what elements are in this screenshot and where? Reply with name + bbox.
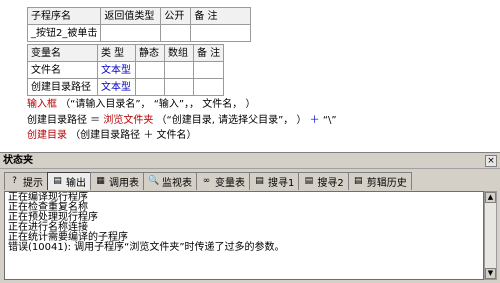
scroll-down-arrow-icon[interactable]: ▼: [485, 268, 496, 279]
code-line-input-box[interactable]: 输入框 （“请输入目录名”， “输入”，， 文件名， ）: [27, 98, 255, 112]
public-cell[interactable]: [160, 24, 192, 42]
output-icon: ▤: [53, 176, 62, 186]
variable-name-cell[interactable]: 创建目录路径: [27, 78, 98, 96]
subroutine-name-cell[interactable]: _按钮2_被单击: [26, 24, 102, 42]
return-type-cell[interactable]: [100, 24, 162, 42]
help-icon: ?: [12, 176, 17, 186]
code-line-browse-folder[interactable]: 创建目录路径 ＝ 浏览文件夹 （“创建目录, 请选择父目录”， ） ＋ “\”: [27, 114, 337, 128]
variable-array-cell[interactable]: [164, 78, 194, 96]
subroutine-header-row: 子程序名 返回值类型 公开 备 注: [26, 7, 252, 25]
col-variable-name: 变量名: [27, 44, 98, 62]
output-line-error: 错误(10041): 调用子程序“浏览文件夹”时传递了过多的参数。: [8, 242, 285, 253]
tab-call-table[interactable]: ▦ 调用表: [90, 172, 144, 190]
tab-label: 剪辑历史: [366, 178, 407, 189]
variable-type-cell[interactable]: 文本型: [97, 78, 136, 96]
variable-header-row: 变量名 类 型 静态 数组 备 注: [27, 44, 225, 62]
panel-tabs: ? 提示 ▤ 输出 ▦ 调用表 🔍 监视表 ∞ 变量表 ▤ 搜寻1 ▤ 搜寻2 …: [4, 172, 412, 190]
variable-static-cell[interactable]: [135, 61, 165, 79]
assign-target: 创建目录路径 ＝: [27, 115, 104, 126]
table-icon: ▦: [96, 176, 105, 186]
tab-label: 调用表: [109, 178, 139, 189]
code-editor[interactable]: 子程序名 返回值类型 公开 备 注 _按钮2_被单击 变量名 类 型 静态 数组…: [0, 0, 500, 151]
tab-label: 输出: [66, 178, 86, 189]
clipboard-icon: ▤: [353, 176, 363, 186]
command-args: （创建目录路径 ＋ 文件名）: [70, 130, 197, 141]
tab-output[interactable]: ▤ 输出: [47, 172, 91, 190]
variable-table[interactable]: 变量名 类 型 静态 数组 备 注 文件名 文本型 创建目录路径 文本型: [27, 44, 225, 96]
glasses-icon: ∞: [202, 176, 211, 186]
variable-remark-cell[interactable]: [192, 61, 225, 79]
magnifier-icon: 🔍: [148, 176, 160, 186]
close-button[interactable]: ×: [485, 155, 497, 167]
col-static: 静态: [135, 44, 165, 62]
tab-search-1[interactable]: ▤ 搜寻1: [249, 172, 300, 190]
subroutine-table[interactable]: 子程序名 返回值类型 公开 备 注 _按钮2_被单击: [26, 7, 252, 42]
tab-clip-history[interactable]: ▤ 剪辑历史: [347, 172, 412, 190]
col-remark: 备 注: [190, 7, 252, 25]
output-text-area[interactable]: 正在编译现行程序 正在检查重复名称 正在预处理现行程序 正在进行名称连接 正在统…: [4, 191, 484, 280]
tab-search-2[interactable]: ▤ 搜寻2: [298, 172, 349, 190]
tab-label: 变量表: [215, 178, 245, 189]
variable-array-cell[interactable]: [164, 61, 194, 79]
table-row[interactable]: 创建目录路径 文本型: [27, 78, 225, 96]
table-row[interactable]: 文件名 文本型: [27, 61, 225, 79]
status-panel: 状态夹 × ? 提示 ▤ 输出 ▦ 调用表 🔍 监视表 ∞ 变量表 ▤ 搜寻1 …: [0, 152, 500, 283]
tab-label: 搜寻1: [268, 178, 295, 189]
command-args: （“请输入目录名”， “输入”，， 文件名， ）: [60, 99, 256, 110]
remark-cell[interactable]: [190, 24, 252, 42]
tab-hint[interactable]: ? 提示: [4, 172, 48, 190]
col-subroutine-name: 子程序名: [26, 7, 102, 25]
col-var-remark: 备 注: [192, 44, 225, 62]
tab-label: 提示: [23, 178, 43, 189]
tab-label: 监视表: [162, 178, 192, 189]
output-scrollbar[interactable]: ▲ ▼: [484, 191, 497, 280]
search-list-icon: ▤: [304, 176, 314, 186]
table-row[interactable]: _按钮2_被单击: [26, 24, 252, 42]
col-array: 数组: [164, 44, 194, 62]
tab-watch-table[interactable]: 🔍 监视表: [143, 172, 197, 190]
command-name: 输入框: [27, 99, 57, 110]
string-literal: “\”: [322, 115, 337, 126]
col-type: 类 型: [97, 44, 136, 62]
variable-name-cell[interactable]: 文件名: [27, 61, 98, 79]
tab-label: 搜寻2: [317, 178, 344, 189]
panel-titlebar[interactable]: 状态夹 ×: [0, 153, 500, 169]
variable-type-cell[interactable]: 文本型: [97, 61, 136, 79]
command-args: （“创建目录, 请选择父目录”， ）: [156, 115, 307, 126]
command-name: 创建目录: [27, 130, 67, 141]
code-line-create-dir[interactable]: 创建目录 （创建目录路径 ＋ 文件名）: [27, 129, 197, 143]
variable-remark-cell[interactable]: [192, 78, 225, 96]
panel-title: 状态夹: [3, 155, 33, 166]
col-public: 公开: [160, 7, 192, 25]
col-return-type: 返回值类型: [100, 7, 162, 25]
scroll-up-arrow-icon[interactable]: ▲: [485, 192, 496, 203]
variable-static-cell[interactable]: [135, 78, 165, 96]
tab-variable-table[interactable]: ∞ 变量表: [196, 172, 250, 190]
command-name: 浏览文件夹: [103, 115, 154, 126]
plus-operator: ＋: [309, 115, 323, 126]
search-list-icon: ▤: [255, 176, 264, 186]
